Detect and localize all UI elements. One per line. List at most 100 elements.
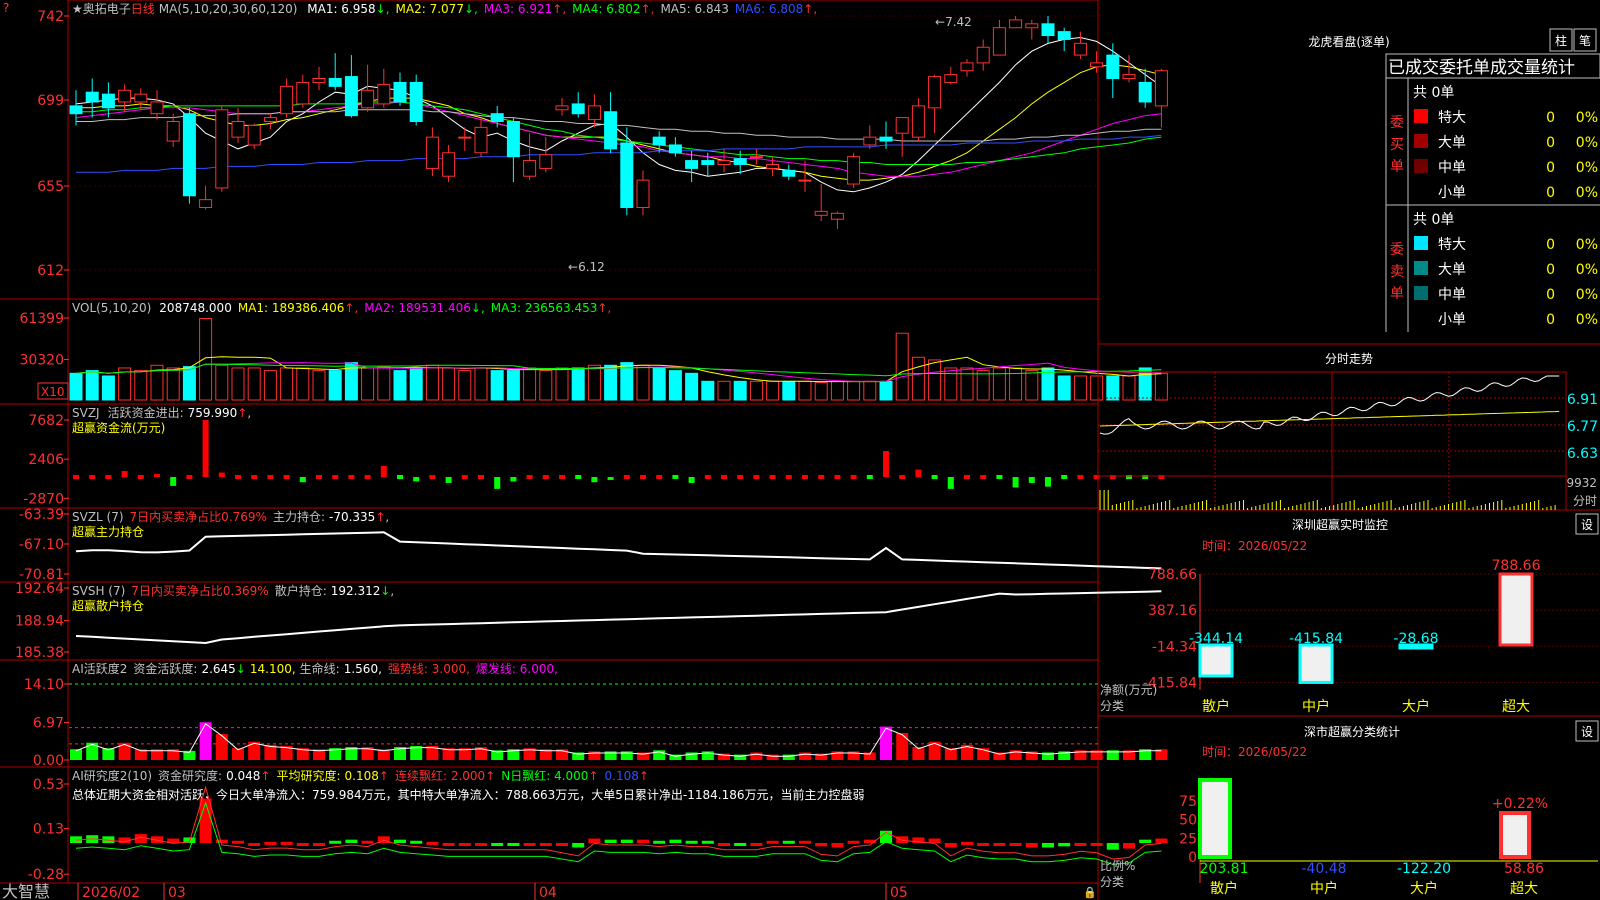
vol-axis: 61399 30320 [19, 311, 69, 369]
candle-body [393, 81, 407, 103]
lhb-row-name: 中单 [1438, 287, 1466, 303]
lhb-row-name: 中单 [1438, 160, 1466, 176]
candle-body [263, 117, 277, 123]
candle-body [911, 105, 925, 138]
svzj-bar [89, 475, 96, 479]
sz-monitor-bar-name: 超大 [1502, 699, 1530, 715]
ai-research-bar [685, 840, 698, 844]
candle-body [69, 105, 83, 115]
ai-research-bar [977, 843, 990, 846]
volume-bar [1106, 375, 1120, 401]
legend-item: MA1: 189386.406 [238, 301, 345, 315]
ai-research-bar [961, 841, 973, 845]
volume-bar [863, 380, 877, 401]
svzj-bar [996, 475, 1003, 479]
candle-body [1009, 19, 1023, 29]
candle-body [620, 142, 634, 208]
lhb-swatch [1414, 159, 1428, 173]
svzj-bar [186, 475, 193, 479]
sz-class-bar-value: 203.81 [1200, 861, 1249, 877]
axis-tick-label: -2870 [23, 491, 64, 507]
volume-bar [458, 370, 472, 401]
svzl-axis: -63.39-67.10-70.81 [19, 507, 69, 583]
legend-arrow: ↑, [641, 2, 655, 16]
ai-active-bar [799, 752, 811, 760]
ai-research-bar [766, 840, 779, 844]
volume-bars [69, 318, 1168, 401]
ma-lines [75, 36, 1162, 193]
menu-icon[interactable]: ? [3, 1, 9, 15]
ai-active-axis: 14.10 6.97 0.00 [24, 677, 69, 769]
candle-body [717, 160, 731, 165]
legend-item: MA3: 6.921 [484, 2, 552, 16]
svzj-bar [1045, 477, 1051, 487]
ai-research-bar [556, 843, 568, 846]
svzj-bar [364, 475, 371, 479]
lhb-row-value: 0 [1546, 237, 1555, 253]
lhb-row-value: 0 [1546, 185, 1555, 201]
sz-monitor-bar [1298, 643, 1334, 684]
date-label: 05 [890, 885, 908, 900]
svzj-bar [769, 475, 776, 479]
lhb-total: 共 0单 [1413, 85, 1454, 101]
ai-research-bar [799, 840, 811, 844]
ai-research-bar [701, 840, 714, 844]
lhb-row-name: 大单 [1438, 135, 1466, 151]
candle-body [247, 124, 261, 146]
volume-bar [798, 380, 812, 401]
legend-item: MA3: 236563.453 [491, 301, 598, 315]
volume-bar [409, 367, 423, 401]
ai-research-bar [831, 843, 844, 848]
lhb-row-value: 0 [1546, 110, 1555, 126]
volume-bar [101, 375, 115, 401]
legend-arrow: ↑, [344, 301, 358, 315]
svsh-axis: 192.64 188.94 185.38 [15, 581, 69, 661]
lhb-tabs[interactable]: 已成交委托单成交量统计 [1388, 58, 1575, 78]
svzj-bar [850, 475, 857, 479]
sz-class-bar-name: 散户 [1210, 880, 1238, 897]
svzj-bar [510, 477, 517, 482]
legend-arrow: ↑, [803, 2, 817, 16]
ai-research-bar [669, 839, 682, 843]
svsh-legend: SVSH (7) 7日内买卖净占比0.369% 散户持仓: 192.312↓, [72, 583, 394, 598]
ma-line-ma6 [76, 134, 1162, 173]
ai-research-bar [507, 843, 520, 846]
svzj-bar [721, 475, 727, 479]
ai-research-bar [1155, 838, 1168, 843]
svzj-bar [202, 420, 209, 477]
lhb-row-percent: 0% [1576, 287, 1598, 303]
lhb-sell-table: 共 0单委卖单 特大 0 0% 大单 0 0% 中单 0 0% 小单 0 0% [1390, 212, 1598, 328]
candle-body [377, 83, 391, 105]
axis-tick-label: 0.13 [33, 822, 64, 838]
volume-bar [830, 380, 844, 401]
lock-icon[interactable]: 🔒 [1083, 886, 1097, 899]
axis-tick-label: -63.39 [19, 507, 64, 523]
sz-class-bar [1499, 811, 1531, 859]
sz-monitor-bar-value: -415.84 [1289, 631, 1343, 647]
ai-research-bar [572, 843, 585, 848]
svsh-sub: 超赢散户持仓 [72, 598, 144, 613]
lhb-row-value: 0 [1546, 312, 1555, 328]
ai-research-bar [1074, 843, 1087, 846]
sz-monitor-bar-name: 大户 [1402, 698, 1430, 715]
price-axis: 742 699 655 612 [37, 9, 69, 279]
ai-research-bar [1106, 843, 1119, 850]
lhb-row-percent: 0% [1576, 312, 1598, 328]
sz-class-bar-name: 大户 [1410, 880, 1438, 897]
legend-item: MA2: 189531.406 [364, 301, 471, 315]
svzj-bar [429, 475, 436, 479]
stock-chart[interactable]: ? ★奥拓电子日线 MA(5,10,20,30,60,120) MA1: 6.95… [0, 0, 1600, 900]
lhb-row-name: 特大 [1438, 237, 1466, 253]
lhb-side-label: 买 [1390, 137, 1404, 153]
volume-bar [1122, 375, 1136, 401]
candle-body [344, 76, 358, 117]
svzj-bar [1061, 475, 1068, 479]
high-label: ←7.42 [935, 15, 972, 29]
axis-tick-label: 699 [37, 93, 64, 109]
candle-body [85, 91, 99, 103]
candle-body [539, 154, 553, 169]
axis-tick-label: -0.28 [28, 867, 64, 883]
svzj-bar [866, 475, 873, 479]
svzj-bar [737, 475, 744, 479]
ai-research-bar [896, 836, 909, 843]
